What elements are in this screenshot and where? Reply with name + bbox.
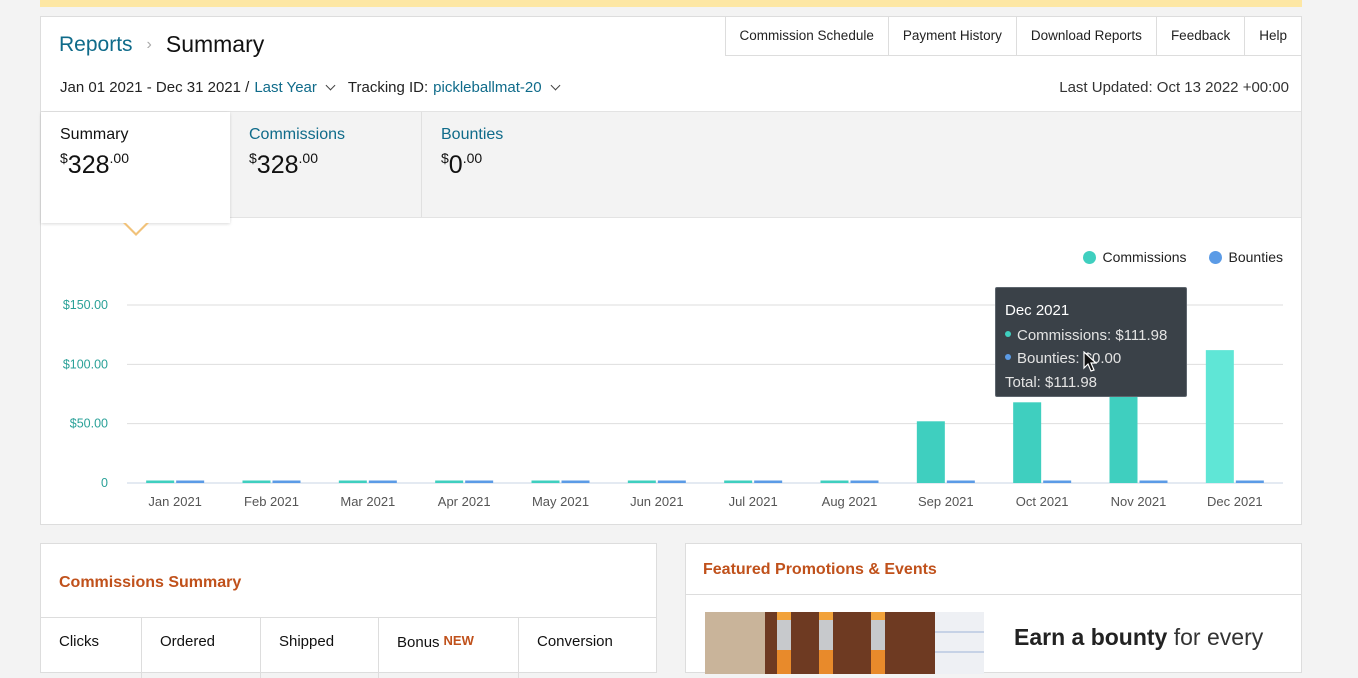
tab-label: Commissions (249, 126, 346, 143)
x-tick-label: Dec 2021 (1207, 494, 1263, 509)
bounties-bar (1043, 480, 1072, 483)
x-tick-label: Oct 2021 (1016, 494, 1069, 509)
commissions-bar (146, 480, 175, 483)
commission-schedule-button[interactable]: Commission Schedule (725, 17, 888, 55)
payment-history-button[interactable]: Payment History (887, 17, 1016, 55)
y-tick-label: $100.00 (63, 357, 108, 371)
chevron-down-icon[interactable] (550, 80, 561, 91)
tooltip-title: Dec 2021 (1005, 302, 1070, 319)
tab-label: Summary (60, 126, 129, 143)
bounties-bar (754, 480, 783, 483)
commissions-bar (627, 480, 656, 483)
column-shipped[interactable]: Shipped (261, 618, 379, 678)
chevron-down-icon[interactable] (325, 80, 336, 91)
x-tick-label: Nov 2021 (1111, 494, 1167, 509)
bounties-bar (850, 480, 879, 483)
y-tick-label: $50.00 (70, 417, 108, 431)
download-reports-button[interactable]: Download Reports (1015, 17, 1156, 55)
featured-promotions-title: Featured Promotions & Events (703, 561, 937, 578)
tab-amount: $0.00 (441, 150, 483, 179)
bounties-bar (465, 480, 494, 483)
page-title: Summary (165, 31, 265, 57)
report-toolbar: Commission Schedule Payment History Down… (724, 16, 1302, 56)
tab-bounties[interactable]: Bounties $0.00 (422, 112, 622, 217)
breadcrumb-reports-link[interactable]: Reports (59, 33, 133, 57)
bounties-bar (176, 480, 205, 483)
commissions-bar (435, 480, 464, 483)
summary-panel: Reports › Summary Commission Schedule Pa… (40, 16, 1302, 525)
commissions-bar (338, 480, 367, 483)
x-tick-label: Sep 2021 (918, 494, 974, 509)
notification-banner (40, 0, 1302, 7)
summary-tabs: Summary $328.00 Commissions $328.00 Boun… (41, 111, 1301, 223)
x-tick-label: Apr 2021 (438, 494, 491, 509)
bounties-bar (946, 480, 975, 483)
commissions-summary-card: Commissions Summary Clicks Ordered Shipp… (40, 543, 657, 678)
bounties-bar (272, 480, 301, 483)
tab-pointer-icon (123, 222, 149, 236)
y-tick-label: $150.00 (63, 298, 108, 312)
x-tick-label: Jan 2021 (148, 494, 202, 509)
commissions-bar (916, 421, 945, 483)
last-updated: Last Updated: Oct 13 2022 +00:00 (1059, 79, 1289, 96)
column-clicks[interactable]: Clicks (41, 618, 142, 678)
help-button[interactable]: Help (1244, 17, 1301, 55)
promo-image[interactable] (705, 612, 984, 674)
column-ordered[interactable]: Ordered (142, 618, 261, 678)
x-tick-label: Jun 2021 (630, 494, 684, 509)
commissions-bar (1013, 402, 1042, 483)
column-bonus[interactable]: Bonus NEW (379, 618, 519, 678)
bounties-bar (1139, 480, 1168, 483)
column-conversion[interactable]: Conversion (519, 618, 656, 678)
tooltip-total: Total: $111.98 (1005, 373, 1098, 391)
divider (686, 594, 1301, 595)
x-tick-label: Mar 2021 (340, 494, 395, 509)
filter-row: Jan 01 2021 - Dec 31 2021 / Last Year Tr… (60, 79, 573, 96)
tooltip-commissions: Commissions: $111.98 (1005, 324, 1177, 348)
breadcrumb: Reports › Summary (59, 31, 264, 58)
commissions-bar (820, 480, 849, 483)
summary-columns: Clicks Ordered Shipped Bonus NEW Conversi… (41, 617, 656, 678)
bounties-dot-icon (1005, 354, 1011, 360)
period-dropdown[interactable]: Last Year (254, 79, 317, 96)
x-tick-label: Feb 2021 (244, 494, 299, 509)
date-range: Jan 01 2021 - Dec 31 2021 / (60, 79, 250, 96)
commissions-dot-icon (1005, 330, 1011, 337)
y-tick-label: 0 (101, 476, 108, 490)
new-badge: NEW (443, 633, 474, 648)
bounties-bar (1235, 480, 1264, 483)
tab-commissions[interactable]: Commissions $328.00 (230, 112, 422, 217)
chart-tooltip: Dec 2021 Commissions: $111.98 Bounties: … (995, 287, 1187, 397)
x-tick-label: Jul 2021 (729, 494, 778, 509)
featured-promotions-card: Featured Promotions & Events Earn a boun… (685, 543, 1302, 674)
commissions-summary-title: Commissions Summary (59, 574, 242, 591)
mouse-pointer-icon (1083, 351, 1097, 372)
tracking-id-label: Tracking ID: (347, 79, 429, 96)
x-tick-label: Aug 2021 (822, 494, 878, 509)
commissions-bar (531, 480, 560, 483)
tab-amount: $328.00 (60, 150, 129, 179)
tab-label: Bounties (441, 126, 504, 143)
tab-amount: $328.00 (249, 150, 318, 179)
bounties-bar (657, 480, 686, 483)
commissions-bar (1205, 350, 1234, 483)
tracking-id-dropdown[interactable]: pickleballmat-20 (433, 79, 541, 96)
tab-summary[interactable]: Summary $328.00 (41, 112, 230, 223)
breadcrumb-chevron-icon: › (146, 35, 152, 53)
pencils-illustration-icon (705, 612, 984, 674)
promo-headline[interactable]: Earn a bounty for every (1014, 624, 1263, 651)
commissions-bar (242, 480, 271, 483)
commissions-bar (724, 480, 753, 483)
x-tick-label: May 2021 (532, 494, 589, 509)
bounties-bar (561, 480, 590, 483)
feedback-button[interactable]: Feedback (1155, 17, 1245, 55)
bounties-bar (368, 480, 397, 483)
